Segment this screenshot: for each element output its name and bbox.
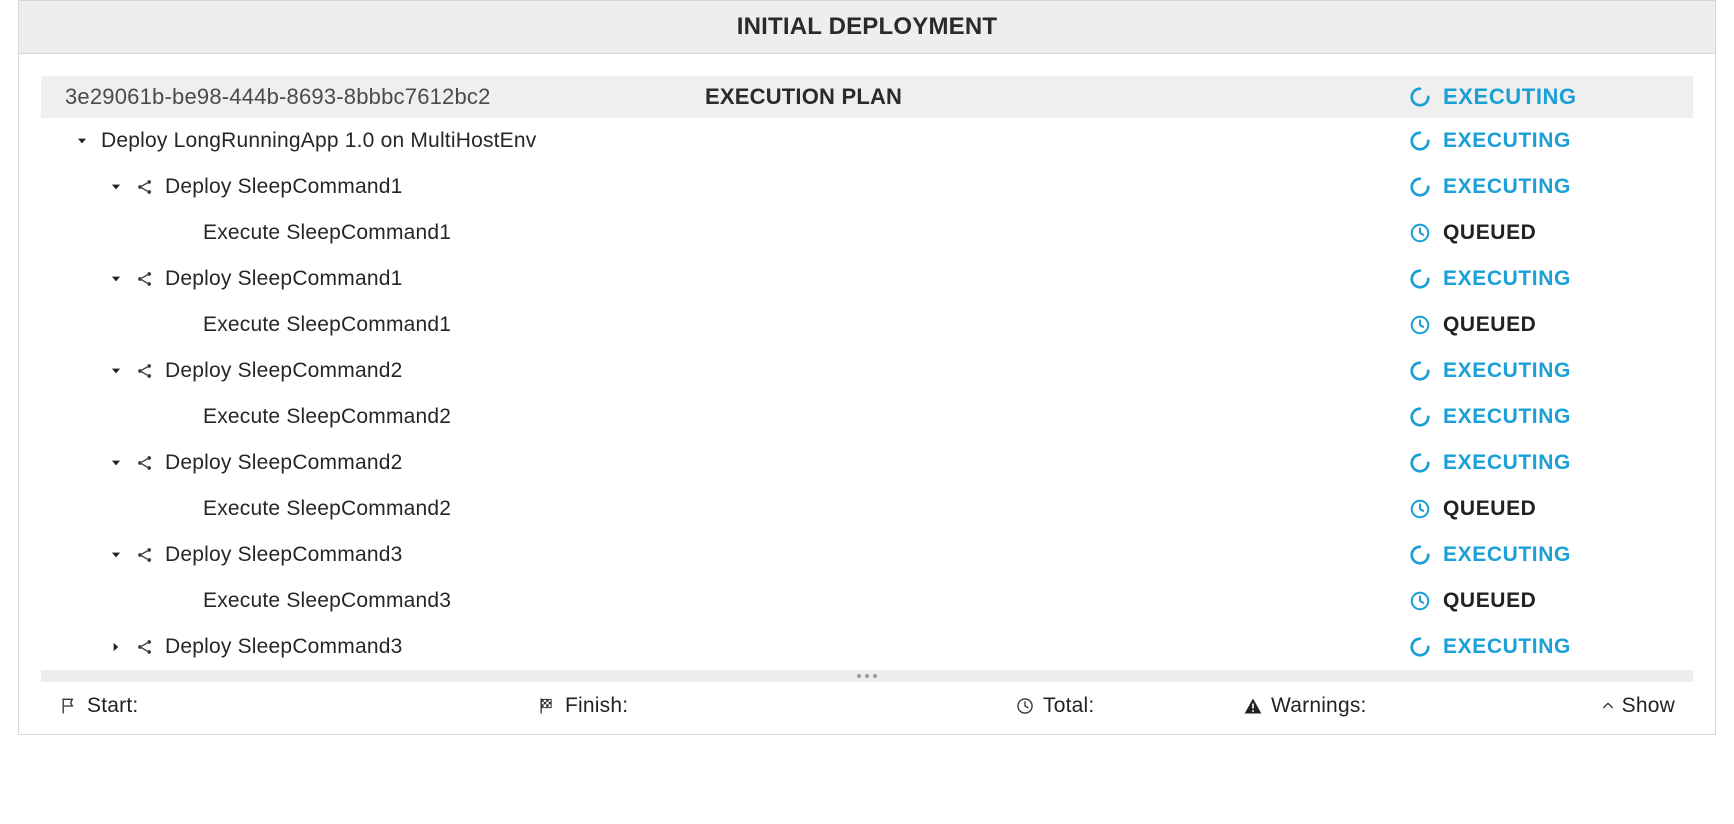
share-icon — [135, 177, 155, 197]
start-label: Start: — [87, 694, 138, 718]
status-label: EXECUTING — [1443, 543, 1571, 567]
tree-row[interactable]: Execute SleepCommand1 QUEUED — [41, 302, 1693, 348]
chevron-down-icon[interactable] — [107, 180, 125, 194]
clock-icon — [1409, 222, 1431, 244]
status-label: EXECUTING — [1443, 84, 1577, 110]
flag-checkered-icon — [537, 696, 557, 716]
total-label: Total: — [1043, 694, 1094, 718]
status-label: EXECUTING — [1443, 359, 1571, 383]
tree-label: Execute SleepCommand1 — [203, 221, 451, 245]
spinner-icon — [1409, 452, 1431, 474]
spinner-icon — [1409, 636, 1431, 658]
spinner-icon — [1409, 544, 1431, 566]
tree-row[interactable]: Execute SleepCommand2 QUEUED — [41, 486, 1693, 532]
panel-body: 3e29061b-be98-444b-8693-8bbbc7612bc2 EXE… — [19, 54, 1715, 734]
finish-label: Finish: — [565, 694, 628, 718]
tree-row[interactable]: Execute SleepCommand2 EXECUTING — [41, 394, 1693, 440]
tree-label: Deploy SleepCommand2 — [165, 359, 402, 383]
status-label: EXECUTING — [1443, 129, 1571, 153]
status-label: EXECUTING — [1443, 451, 1571, 475]
share-icon — [135, 269, 155, 289]
status-label: QUEUED — [1443, 313, 1536, 337]
plan-title: EXECUTION PLAN — [705, 84, 1409, 110]
tree-row[interactable]: Deploy LongRunningApp 1.0 on MultiHostEn… — [41, 118, 1693, 164]
drag-dots-icon — [857, 674, 877, 678]
tree-row[interactable]: Deploy SleepCommand3 EXECUTING — [41, 624, 1693, 670]
status-label: EXECUTING — [1443, 635, 1571, 659]
deployment-panel: INITIAL DEPLOYMENT 3e29061b-be98-444b-86… — [18, 0, 1716, 735]
tree-row[interactable]: Execute SleepCommand1 QUEUED — [41, 210, 1693, 256]
show-label: Show — [1622, 694, 1675, 718]
clock-icon — [1015, 696, 1035, 716]
chevron-down-icon[interactable] — [73, 134, 91, 148]
clock-icon — [1409, 498, 1431, 520]
clock-icon — [1409, 590, 1431, 612]
warnings-label: Warnings: — [1271, 694, 1367, 718]
tree-label: Execute SleepCommand2 — [203, 497, 451, 521]
show-button[interactable]: Show — [1600, 694, 1675, 718]
footer-total: Total: — [1015, 694, 1215, 718]
status-label: QUEUED — [1443, 589, 1536, 613]
chevron-down-icon[interactable] — [107, 456, 125, 470]
spinner-icon — [1409, 86, 1431, 108]
spinner-icon — [1409, 268, 1431, 290]
footer-bar: Start: Finish: — [41, 682, 1693, 734]
tree-label: Deploy SleepCommand3 — [165, 543, 402, 567]
status-label: QUEUED — [1443, 497, 1536, 521]
chevron-down-icon[interactable] — [107, 272, 125, 286]
footer-start: Start: — [59, 694, 509, 718]
execution-plan-header: 3e29061b-be98-444b-8693-8bbbc7612bc2 EXE… — [41, 76, 1693, 118]
spinner-icon — [1409, 360, 1431, 382]
tree-row[interactable]: Deploy SleepCommand1 EXECUTING — [41, 256, 1693, 302]
share-icon — [135, 545, 155, 565]
tree-label: Deploy SleepCommand3 — [165, 635, 402, 659]
share-icon — [135, 361, 155, 381]
tree-label: Execute SleepCommand1 — [203, 313, 451, 337]
spinner-icon — [1409, 176, 1431, 198]
chevron-down-icon[interactable] — [107, 548, 125, 562]
share-icon — [135, 453, 155, 473]
spinner-icon — [1409, 130, 1431, 152]
status-label: QUEUED — [1443, 221, 1536, 245]
tree-label: Execute SleepCommand3 — [203, 589, 451, 613]
plan-status: EXECUTING — [1409, 84, 1669, 110]
tree: Deploy LongRunningApp 1.0 on MultiHostEn… — [41, 118, 1693, 670]
drag-handle[interactable] — [41, 670, 1693, 682]
clock-icon — [1409, 314, 1431, 336]
tree-label: Execute SleepCommand2 — [203, 405, 451, 429]
status-label: EXECUTING — [1443, 405, 1571, 429]
status-label: EXECUTING — [1443, 267, 1571, 291]
chevron-down-icon[interactable] — [107, 364, 125, 378]
warning-icon — [1243, 696, 1263, 716]
panel-title: INITIAL DEPLOYMENT — [19, 1, 1715, 54]
tree-row[interactable]: Deploy SleepCommand1 EXECUTING — [41, 164, 1693, 210]
tree-row[interactable]: Deploy SleepCommand2 EXECUTING — [41, 440, 1693, 486]
plan-uuid: 3e29061b-be98-444b-8693-8bbbc7612bc2 — [65, 84, 705, 110]
tree-label: Deploy LongRunningApp 1.0 on MultiHostEn… — [101, 129, 536, 153]
share-icon — [135, 637, 155, 657]
tree-row[interactable]: Execute SleepCommand3 QUEUED — [41, 578, 1693, 624]
chevron-up-icon — [1600, 698, 1616, 714]
spinner-icon — [1409, 406, 1431, 428]
tree-row[interactable]: Deploy SleepCommand3 EXECUTING — [41, 532, 1693, 578]
footer-finish: Finish: — [537, 694, 987, 718]
tree-row[interactable]: Deploy SleepCommand2 EXECUTING — [41, 348, 1693, 394]
status-label: EXECUTING — [1443, 175, 1571, 199]
tree-label: Deploy SleepCommand1 — [165, 267, 402, 291]
tree-label: Deploy SleepCommand2 — [165, 451, 402, 475]
footer-warnings: Warnings: — [1243, 694, 1433, 718]
flag-outline-icon — [59, 696, 79, 716]
tree-label: Deploy SleepCommand1 — [165, 175, 402, 199]
chevron-right-icon[interactable] — [107, 640, 125, 654]
